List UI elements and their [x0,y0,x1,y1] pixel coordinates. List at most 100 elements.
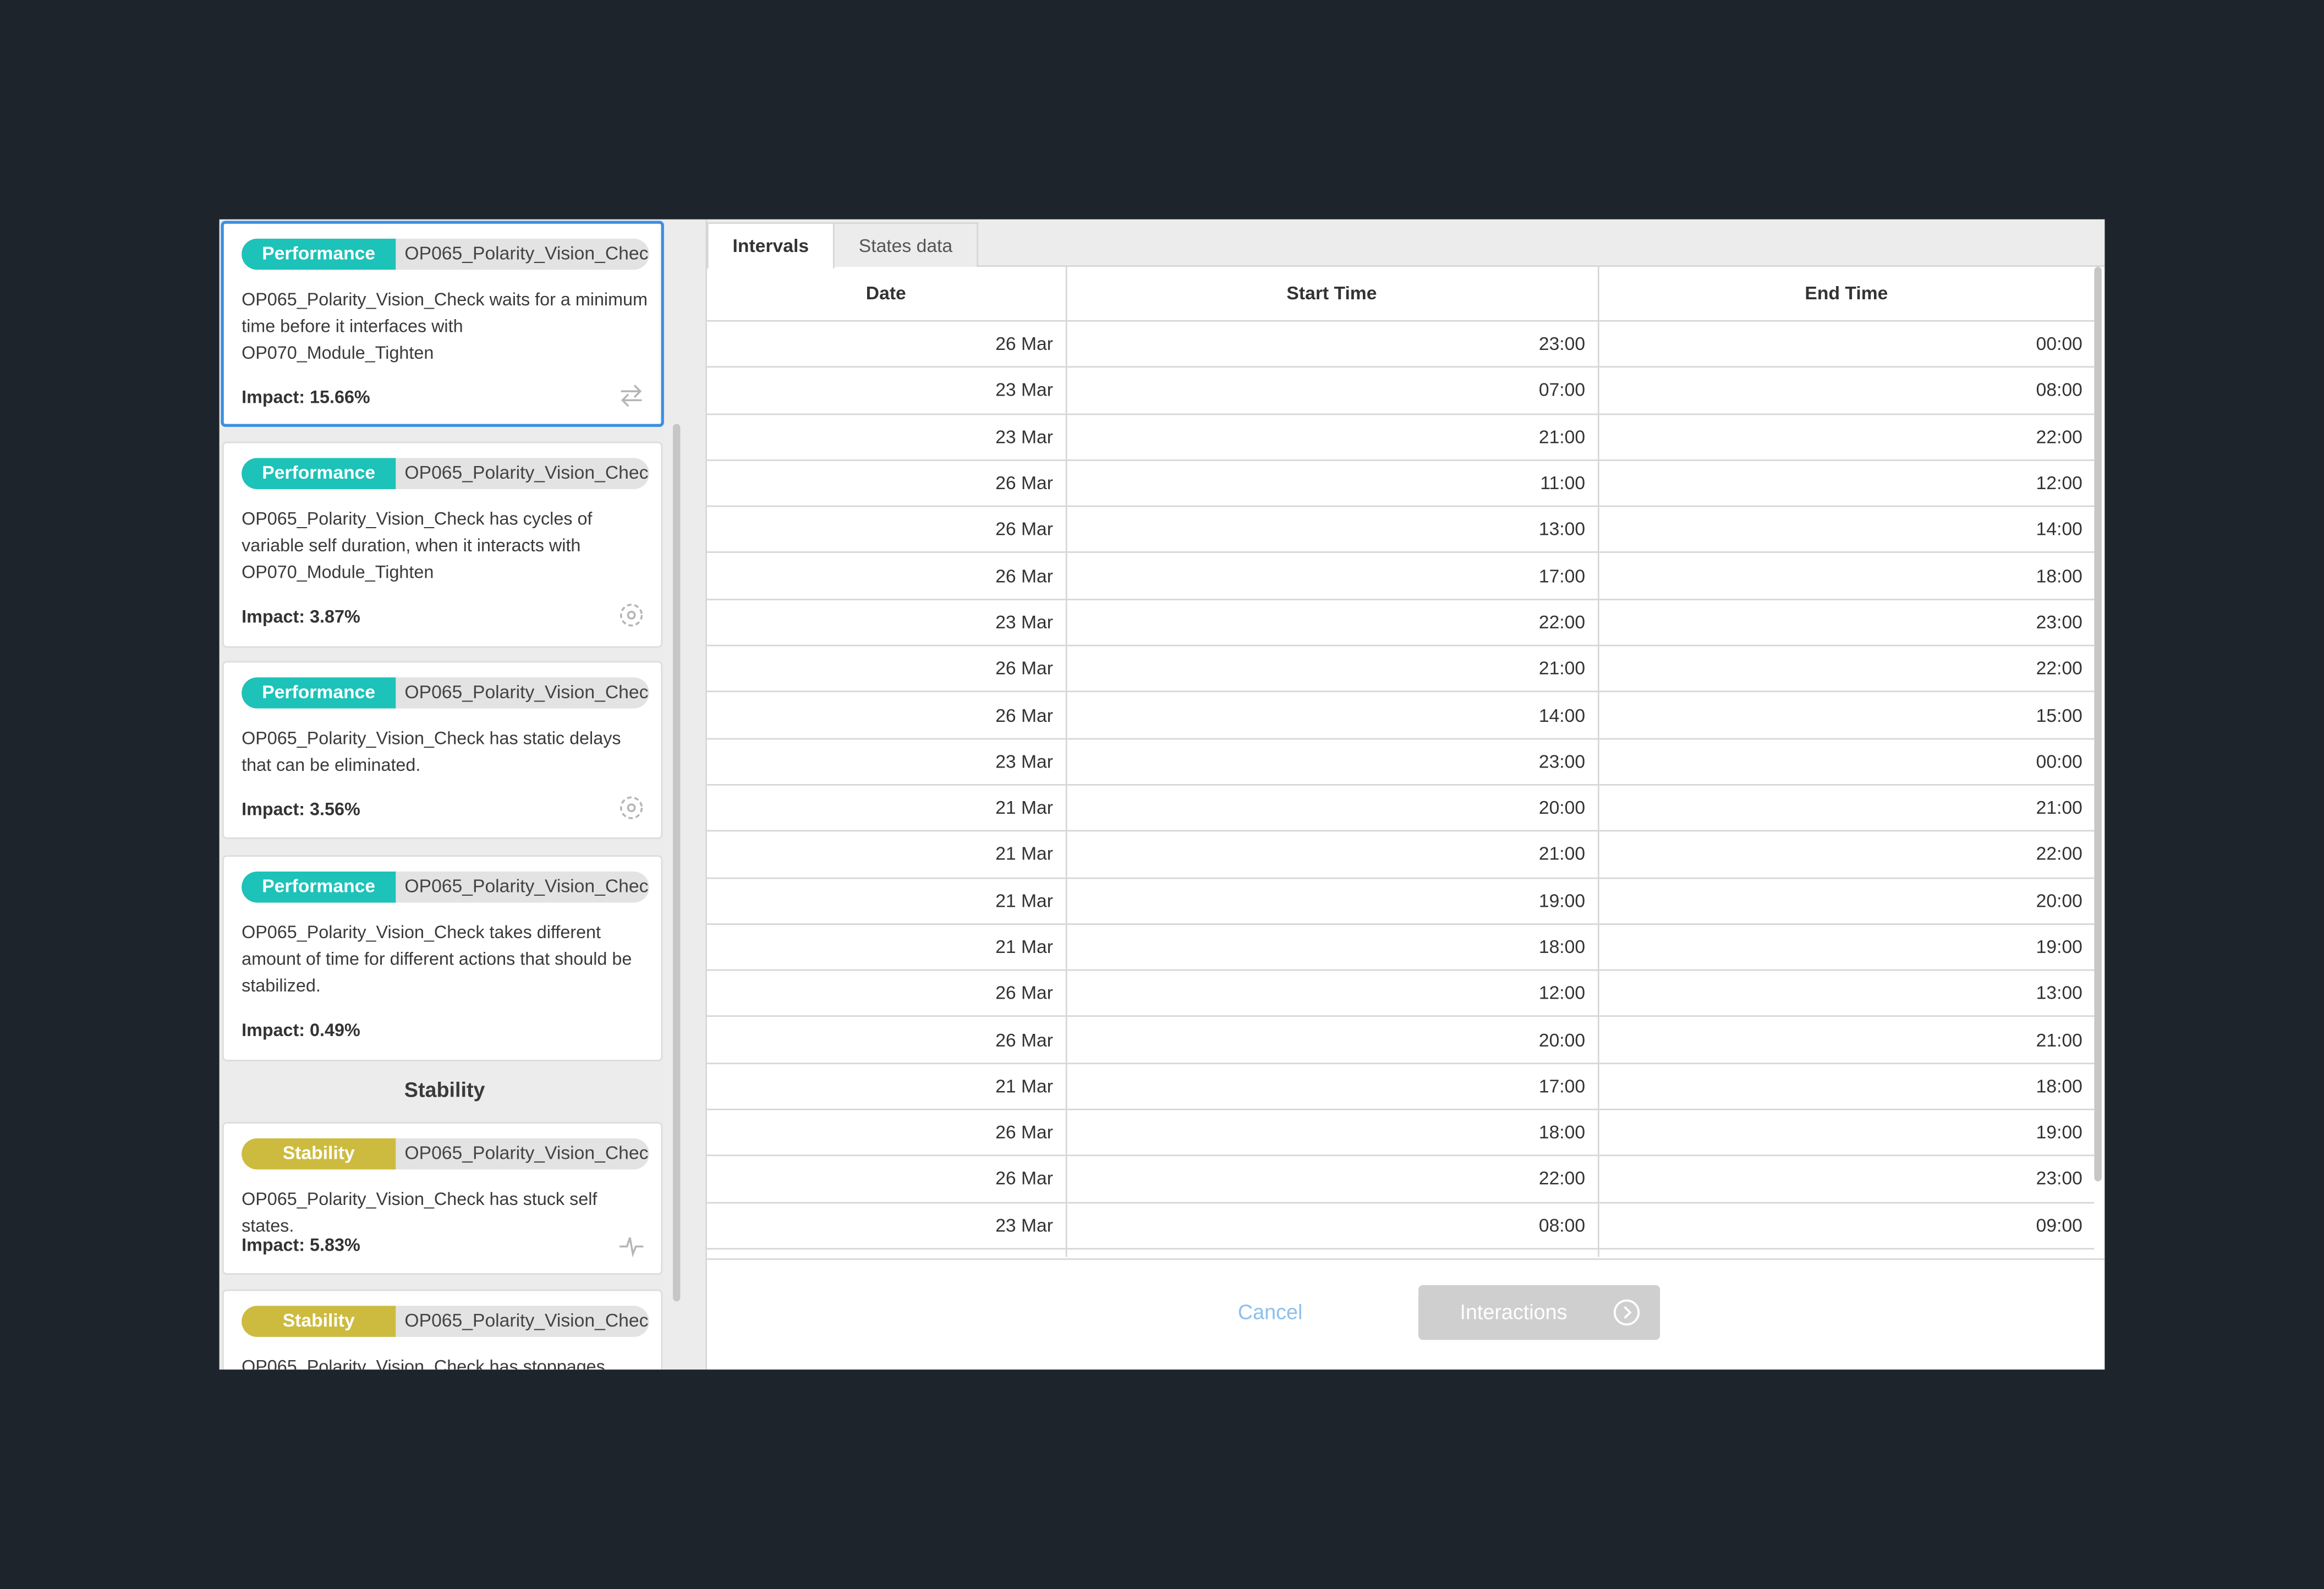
insight-description: OP065_Polarity_Vision_Check has cycles o… [242,508,593,582]
table-row[interactable]: 26 Mar 22:00 23:00 [706,1155,2095,1203]
start-time-cell: 23:00 [1065,321,1599,368]
end-time-cell: 08:00 [1598,367,2095,415]
table-row[interactable]: 26 Mar 12:00 13:00 [706,970,2095,1018]
end-time-cell: 23:00 [1598,1155,2095,1203]
table-row[interactable]: 23 Mar 08:00 09:00 [706,1202,2095,1250]
end-time-cell: 21:00 [1598,785,2095,832]
insight-impact: Impact: 5.83% [242,1235,360,1256]
insight-card[interactable]: Performance OP065_Polarity_Vision_Check OP… [222,661,663,839]
table-row[interactable]: 21 Mar 17:00 18:00 [706,1063,2095,1110]
table-row[interactable]: 21 Mar 20:00 21:00 [706,785,2095,832]
date-cell: 23 Mar [706,599,1067,646]
date-cell: 26 Mar [706,1155,1067,1203]
start-time-cell: 11:00 [1065,460,1599,507]
insight-card[interactable]: Performance OP065_Polarity_Vision_Check OP… [222,855,663,1061]
table-row[interactable]: 26 Mar 14:00 15:00 [706,692,2095,739]
date-cell: 21 Mar [706,1063,1067,1110]
start-time-cell: 14:00 [1065,692,1599,739]
insight-card[interactable]: Performance OP065_Polarity_Vision_Check OP… [221,221,664,427]
target-icon [620,796,643,819]
table-row[interactable]: 26 Mar 11:00 12:00 [706,460,2095,507]
end-time-cell: 20:00 [1598,877,2095,925]
interactions-button[interactable]: Interactions [1418,1285,1660,1340]
section-title-stability: Stability [404,1077,485,1102]
insight-impact: Impact: 15.66% [242,387,370,408]
insight-category-tag: Stability [242,1138,396,1170]
insight-tag-row: Performance OP065_Polarity_Vision_Check [242,872,649,903]
tab-states-data[interactable]: States data [832,222,978,267]
cancel-button[interactable]: Cancel [1211,1290,1330,1334]
end-time-cell: 19:00 [1598,924,2095,971]
table-row[interactable]: 21 Mar 18:00 19:00 [706,924,2095,971]
insight-description: OP065_Polarity_Vision_Check has stuck se… [242,1188,598,1236]
insight-node-name: OP065_Polarity_Vision_Check [404,1310,649,1332]
end-time-cell: 00:00 [1598,321,2095,368]
end-time-cell: 14:00 [1598,506,2095,554]
left-scrollbar[interactable] [673,424,681,1302]
end-time-cell: 18:00 [1598,1063,2095,1110]
date-cell: 21 Mar [706,924,1067,971]
footer-divider [706,1258,2105,1260]
table-scrollbar[interactable] [2094,266,2102,1182]
start-time-cell: 18:00 [1065,1109,1599,1157]
end-time-cell: 23:00 [1598,599,2095,646]
date-cell: 23 Mar [706,738,1067,786]
date-cell: 21 Mar [706,831,1067,879]
date-cell: 26 Mar [706,321,1067,368]
start-time-cell: 17:00 [1065,1063,1599,1110]
insight-tag-row: Performance OP065_Polarity_Vision_Check [242,677,649,709]
table-row[interactable] [706,1248,2095,1257]
table-row[interactable]: 26 Mar 18:00 19:00 [706,1109,2095,1157]
end-time-cell: 22:00 [1598,831,2095,879]
end-time-cell: 22:00 [1598,413,2095,461]
table-row[interactable]: 26 Mar 20:00 21:00 [706,1016,2095,1064]
table-row[interactable]: 23 Mar 23:00 00:00 [706,738,2095,786]
insight-tag-row: Stability OP065_Polarity_Vision_Check [242,1138,649,1170]
table-row[interactable]: 23 Mar 21:00 22:00 [706,413,2095,461]
start-time-cell [1065,1248,1599,1257]
date-cell: 21 Mar [706,785,1067,832]
date-cell [706,1248,1067,1257]
insight-category-tag: Performance [242,238,396,270]
start-time-cell: 21:00 [1065,831,1599,879]
table-row[interactable]: 26 Mar 17:00 18:00 [706,552,2095,600]
tab-bar: Intervals States data [706,219,2105,269]
table-row[interactable]: 26 Mar 13:00 14:00 [706,506,2095,554]
start-time-cell: 18:00 [1065,924,1599,971]
insight-tag-row: Stability OP065_Polarity_Vision_Check [242,1306,649,1337]
column-header-start-time[interactable]: Start Time [1065,266,1599,322]
intervals-table-container: Date Start Time End Time 26 Mar 23:00 00:0… [706,266,2095,1257]
start-time-cell: 13:00 [1065,506,1599,554]
tab-intervals[interactable]: Intervals [706,222,835,269]
table-row[interactable]: 26 Mar 23:00 00:00 [706,321,2095,368]
insight-card[interactable]: Stability OP065_Polarity_Vision_Check OP06… [222,1122,663,1275]
end-time-cell: 19:00 [1598,1109,2095,1157]
insight-node-name: OP065_Polarity_Vision_Check [404,876,649,897]
insight-category-tag: Stability [242,1306,396,1337]
insight-card[interactable]: Stability OP065_Polarity_Vision_Check OP06… [222,1289,663,1370]
column-header-end-time[interactable]: End Time [1598,266,2095,322]
table-row[interactable]: 23 Mar 22:00 23:00 [706,599,2095,646]
insight-category-tag: Performance [242,872,396,903]
insight-card[interactable]: Performance OP065_Polarity_Vision_Check OP… [222,441,663,648]
start-time-cell: 21:00 [1065,413,1599,461]
table-header-row: Date Start Time End Time [706,266,2095,322]
date-cell: 21 Mar [706,877,1067,925]
table-row[interactable]: 23 Mar 07:00 08:00 [706,367,2095,415]
date-cell: 26 Mar [706,552,1067,600]
end-time-cell: 21:00 [1598,1016,2095,1064]
start-time-cell: 20:00 [1065,785,1599,832]
end-time-cell: 12:00 [1598,460,2095,507]
insight-category-tag: Performance [242,677,396,709]
date-cell: 26 Mar [706,970,1067,1018]
table-row[interactable]: 21 Mar 21:00 22:00 [706,831,2095,879]
table-row[interactable]: 21 Mar 19:00 20:00 [706,877,2095,925]
insight-node-name: OP065_Polarity_Vision_Check [404,462,649,484]
column-header-date[interactable]: Date [706,266,1067,322]
insight-description: OP065_Polarity_Vision_Check has static d… [242,727,621,775]
table-row[interactable]: 26 Mar 21:00 22:00 [706,645,2095,693]
end-time-cell: 15:00 [1598,692,2095,739]
start-time-cell: 23:00 [1065,738,1599,786]
insight-impact: Impact: 0.49% [242,1020,360,1041]
intervals-table: Date Start Time End Time 26 Mar 23:00 00:0… [706,266,2095,1257]
